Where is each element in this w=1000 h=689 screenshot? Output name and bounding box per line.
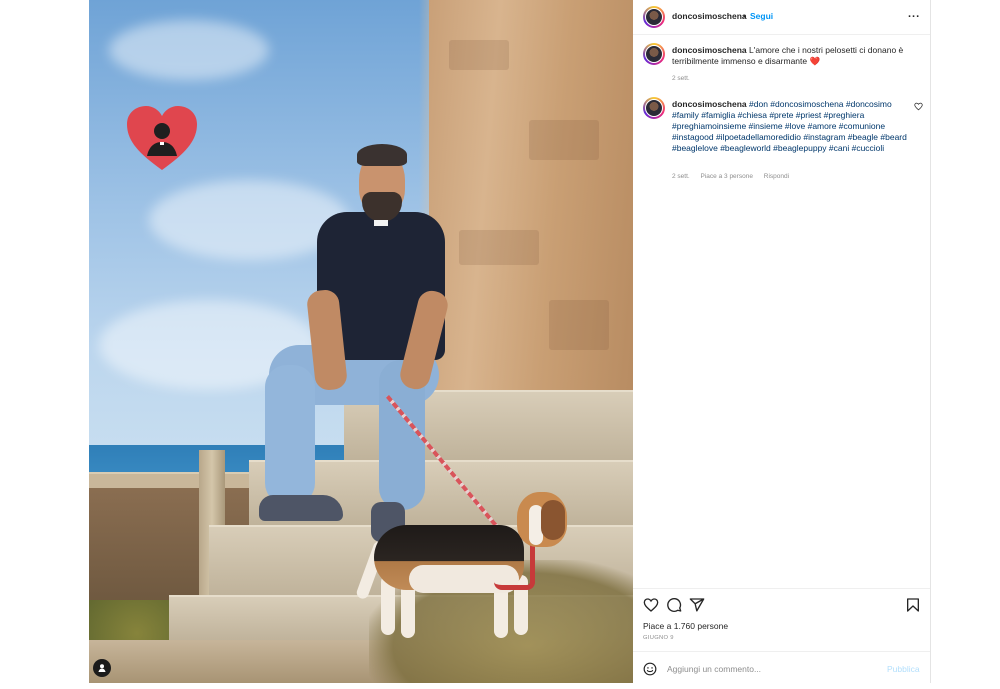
add-comment-bar: Pubblica — [633, 651, 930, 685]
red-heart-emoji: ❤️ — [809, 56, 821, 66]
avatar[interactable] — [643, 43, 665, 65]
post-header: doncosimoschena • Segui ... — [633, 0, 930, 35]
comment: doncosimoschena #don #doncosimoschena #d… — [672, 99, 907, 154]
post-photo[interactable] — [89, 0, 633, 683]
man-leg — [265, 365, 315, 505]
man-hair — [357, 144, 407, 166]
man-shoe — [259, 495, 343, 521]
clerical-collar — [374, 220, 388, 226]
stone-block — [459, 230, 539, 265]
stone-block — [529, 120, 599, 160]
more-options-icon[interactable]: ... — [908, 8, 920, 20]
post-actions: Piace a 1.760 persone GIUGNO 9 Pubblica — [633, 588, 930, 689]
comment-like-heart-icon[interactable] — [914, 102, 923, 111]
follow-button[interactable]: Segui — [750, 11, 773, 21]
share-icon[interactable] — [689, 597, 705, 613]
stone-block — [449, 40, 509, 70]
reply-button[interactable]: Rispondi — [764, 173, 789, 180]
publish-button[interactable]: Pubblica — [887, 664, 920, 674]
separator-dot: • — [743, 11, 746, 21]
likes-count[interactable]: Piace a 1.760 persone — [643, 621, 728, 631]
post-date: GIUGNO 9 — [643, 635, 674, 641]
avatar[interactable] — [643, 6, 665, 28]
post-side-panel: doncosimoschena • Segui ... doncosimosch… — [633, 0, 931, 683]
bookmark-icon[interactable] — [905, 597, 921, 613]
caption-username[interactable]: doncosimoschena — [672, 45, 747, 55]
stone-block — [549, 300, 609, 350]
caption: doncosimoschena L'amore che i nostri pel… — [672, 45, 907, 67]
cloud — [109, 20, 269, 80]
caption-meta: 2 sett. — [672, 75, 699, 82]
person-tag-icon[interactable] — [93, 659, 111, 677]
comment-icon[interactable] — [666, 597, 682, 613]
comment-likes[interactable]: Piace a 3 persone — [701, 173, 753, 180]
beagle-ear — [541, 500, 565, 540]
comment-time[interactable]: 2 sett. — [672, 173, 690, 180]
header-username[interactable]: doncosimoschena — [672, 11, 747, 21]
heart-icon[interactable] — [643, 597, 659, 613]
comment-input[interactable] — [667, 662, 867, 676]
avatar[interactable] — [643, 97, 665, 119]
comment-username[interactable]: doncosimoschena — [672, 99, 747, 109]
emoji-icon[interactable] — [643, 662, 657, 676]
caption-time[interactable]: 2 sett. — [672, 75, 690, 82]
heart-priest-logo — [127, 106, 197, 170]
comment-meta: 2 sett. Piace a 3 persone Rispondi — [672, 173, 798, 180]
